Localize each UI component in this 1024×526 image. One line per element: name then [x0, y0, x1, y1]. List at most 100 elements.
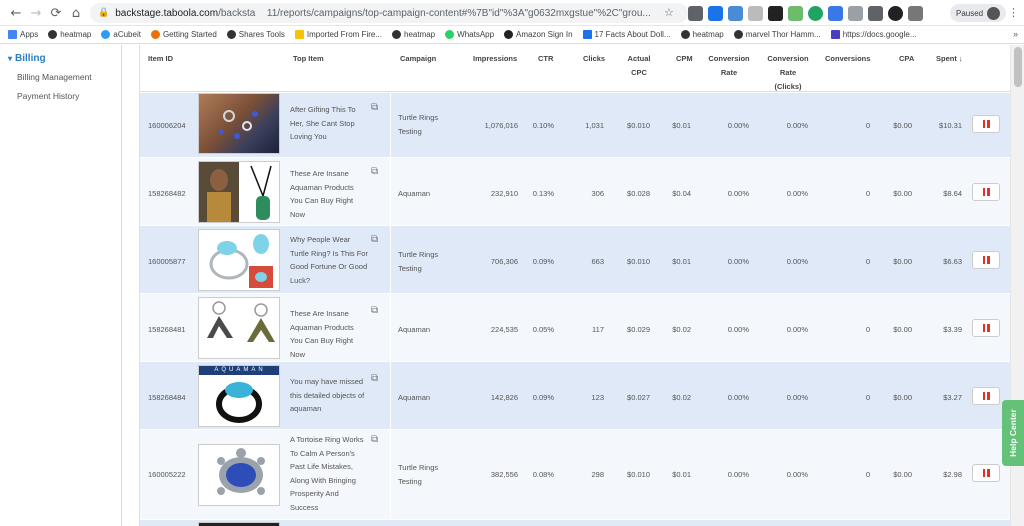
scrollbar-thumb[interactable] [1014, 47, 1022, 87]
url-path-b: 11/reports/campaigns/top-campaign-conten… [266, 7, 651, 19]
home-icon[interactable]: ⌂ [66, 3, 86, 23]
bookmarks-bar: Apps heatmap aCubeit Getting Started Sha… [0, 26, 1024, 44]
campaign-name[interactable]: Aquaman [398, 391, 458, 405]
col-spent[interactable]: Spent ↓ [936, 52, 963, 66]
item-title[interactable]: Why People Wear Turtle Ring? Is This For… [290, 233, 368, 287]
col-conversion-rate[interactable]: Conversion Rate [705, 52, 753, 80]
extension-icon[interactable] [868, 5, 883, 21]
external-link-icon[interactable]: ⧉ [371, 234, 378, 245]
bookmark-item[interactable]: heatmap [392, 30, 435, 39]
trident-keychain-image [207, 301, 275, 342]
item-title[interactable]: A Tortoise Ring Works To Calm A Person's… [290, 433, 368, 514]
campaign-name[interactable]: Aquaman [398, 323, 458, 337]
profile-paused-button[interactable]: Paused [950, 4, 1007, 22]
item-thumbnail[interactable] [198, 161, 280, 223]
extension-icon[interactable] [688, 5, 703, 21]
impressions: 232,910 [490, 189, 518, 198]
cpm: $0.04 [672, 189, 691, 198]
sidebar-section-billing[interactable]: ▾ Billing [8, 53, 46, 64]
extension-icon[interactable] [888, 5, 903, 21]
external-link-icon[interactable]: ⧉ [371, 305, 378, 316]
item-thumbnail[interactable] [198, 93, 280, 154]
bookmark-apps[interactable]: Apps [8, 30, 38, 39]
extension-icon[interactable] [808, 5, 823, 21]
address-bar[interactable]: 🔒 backstage.taboola.com /backsta 11/repo… [90, 3, 688, 23]
col-conversions[interactable]: Conversions [825, 52, 870, 66]
bookmark-item[interactable]: Amazon Sign In [504, 30, 573, 39]
item-thumbnail[interactable] [198, 444, 280, 506]
campaign-name[interactable]: Turtle Rings Testing [398, 248, 458, 275]
bookmark-item[interactable]: 17 Facts About Doll... [582, 30, 671, 39]
item-thumbnail[interactable]: AQUAMAN [198, 365, 280, 427]
external-link-icon[interactable]: ⧉ [371, 102, 378, 113]
menu-icon[interactable]: ⋮ [1008, 6, 1019, 19]
bookmarks-overflow-icon[interactable]: » [1013, 29, 1018, 39]
col-top-item[interactable]: Top Item [293, 52, 324, 66]
external-link-icon[interactable]: ⧉ [371, 166, 378, 177]
item-title[interactable]: These Are Insane Aquaman Products You Ca… [290, 307, 368, 361]
col-conversion-rate-clicks[interactable]: Conversion Rate (Clicks) [764, 52, 812, 94]
clicks: 306 [591, 189, 604, 198]
pause-button[interactable] [972, 183, 1000, 201]
forward-icon[interactable]: → [26, 3, 46, 23]
pause-button[interactable] [972, 387, 1000, 405]
col-ctr[interactable]: CTR [538, 52, 553, 66]
extension-icon[interactable] [748, 5, 763, 21]
cpa: $0.00 [893, 325, 912, 334]
col-cpm[interactable]: CPM [676, 52, 693, 66]
col-item-id[interactable]: Item ID [148, 52, 173, 66]
bookmark-item[interactable]: aCubeit [101, 30, 141, 39]
extension-icon[interactable] [848, 5, 863, 21]
external-link-icon[interactable]: ⧉ [371, 434, 378, 445]
bookmark-item[interactable]: Imported From Fire... [294, 30, 382, 39]
bookmark-star-icon[interactable]: ☆ [664, 6, 674, 19]
extension-icon[interactable] [768, 5, 783, 21]
col-clicks[interactable]: Clicks [583, 52, 605, 66]
top-content-table: Item ID Top Item Campaign Impressions CT… [139, 45, 1010, 526]
item-thumbnail[interactable] [198, 297, 280, 359]
bookmark-item[interactable]: heatmap [48, 30, 91, 39]
extension-icon[interactable] [828, 5, 843, 21]
col-campaign[interactable]: Campaign [400, 52, 436, 66]
help-center-button[interactable]: Help Center [1002, 400, 1024, 466]
item-thumbnail[interactable] [198, 522, 280, 526]
sidebar-item-billing-management[interactable]: Billing Management [17, 72, 92, 82]
pause-button[interactable] [972, 251, 1000, 269]
pause-button[interactable] [972, 464, 1000, 482]
campaign-name[interactable]: Turtle Rings Testing [398, 111, 458, 138]
bookmark-item[interactable]: WhatsApp [445, 30, 494, 39]
actual-cpc: $0.027 [627, 393, 650, 402]
conversion-rate: 0.00% [727, 470, 749, 479]
extension-icon[interactable] [908, 5, 923, 21]
conversions: 0 [865, 470, 870, 479]
col-actual-cpc[interactable]: Actual CPC [624, 52, 654, 80]
globe-icon [733, 30, 743, 39]
extension-icon[interactable] [728, 5, 743, 21]
bookmark-item[interactable]: heatmap [680, 30, 724, 39]
sidebar-item-payment-history[interactable]: Payment History [17, 91, 79, 101]
col-cpa[interactable]: CPA [899, 52, 914, 66]
item-title[interactable]: These Are Insane Aquaman Products You Ca… [290, 167, 368, 221]
divider [390, 294, 391, 362]
item-title[interactable]: After Gifting This To Her, She Cant Stop… [290, 103, 368, 144]
impressions: 382,556 [490, 470, 518, 479]
external-link-icon[interactable]: ⧉ [371, 373, 378, 384]
campaign-name[interactable]: Turtle Rings Testing [398, 461, 458, 488]
item-title[interactable]: You may have missed this detailed object… [290, 375, 368, 416]
item-id: 160005877 [148, 257, 186, 266]
reload-icon[interactable]: ⟳ [46, 3, 66, 23]
extension-icon[interactable] [708, 5, 723, 21]
bookmark-item[interactable]: https://docs.google... [830, 30, 917, 39]
back-icon[interactable]: ← [6, 3, 26, 23]
pause-button[interactable] [972, 115, 1000, 133]
col-impressions[interactable]: Impressions [473, 52, 517, 66]
extension-icon[interactable] [788, 5, 803, 21]
bookmark-item[interactable]: Getting Started [150, 30, 217, 39]
bookmark-item[interactable]: Shares Tools [226, 30, 285, 39]
pause-button[interactable] [972, 319, 1000, 337]
spent: $8.64 [943, 189, 962, 198]
bookmark-item[interactable]: marvel Thor Hamm... [733, 30, 821, 39]
item-thumbnail[interactable] [198, 229, 280, 291]
campaign-name[interactable]: Aquaman [398, 187, 458, 201]
table-row [140, 520, 1010, 526]
